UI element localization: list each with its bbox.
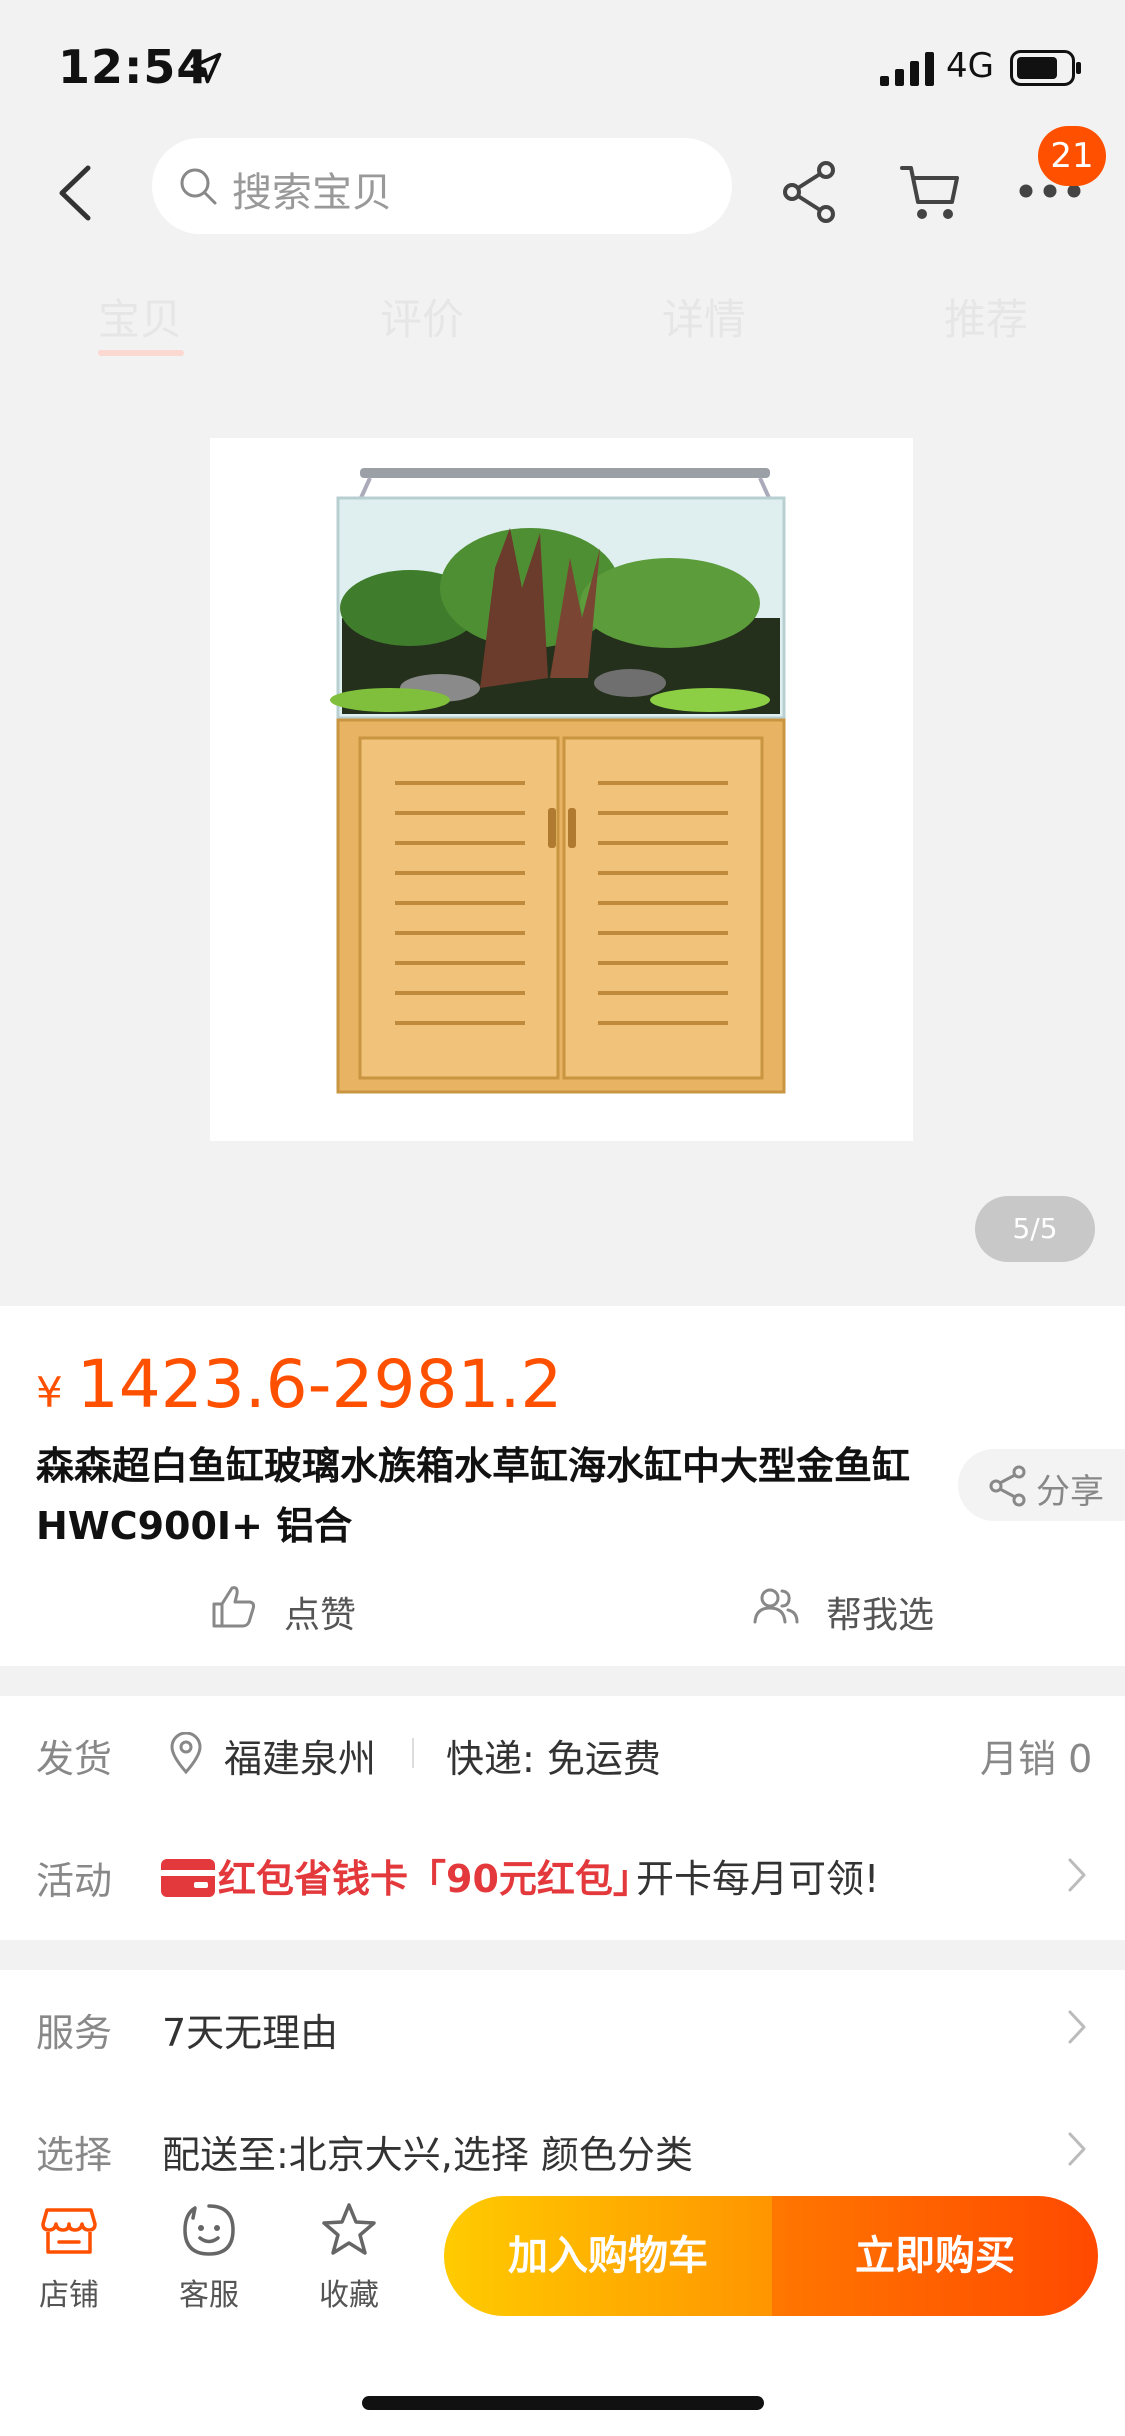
ship-from-location: 福建泉州 (224, 1737, 377, 1781)
customer-service-button[interactable]: 客服 (154, 2200, 264, 2314)
shipping-row: 发货 福建泉州 快递: 免运费 月销 0 (0, 1696, 1125, 1806)
currency-symbol: ¥ (36, 1368, 63, 1417)
add-to-cart-button[interactable]: 加入购物车 (444, 2196, 772, 2316)
chevron-right-icon (1068, 2010, 1086, 2044)
image-counter: 5/5 (975, 1196, 1095, 1262)
message-badge: 21 (1038, 126, 1106, 186)
search-input[interactable]: 搜索宝贝 (152, 138, 732, 234)
red-card-icon (161, 1859, 215, 1897)
location-arrow-icon (190, 52, 222, 84)
promo-label: 活动 (36, 1859, 113, 1903)
promo-description: 开卡每月可领! (636, 1857, 880, 1901)
signal-icon (880, 52, 934, 86)
buy-now-button[interactable]: 立即购买 (772, 2196, 1098, 2316)
star-icon (322, 2203, 376, 2255)
tab-reviews[interactable]: 评价 (332, 286, 512, 347)
service-value: 7天无理由 (162, 2011, 339, 2055)
monthly-sales: 月销 0 (980, 1737, 1093, 1781)
service-select-card: 服务 7天无理由 选择 配送至:北京大兴,选择 颜色分类 (0, 1970, 1125, 2190)
product-info-card: ¥1423.6-2981.2 森森超白鱼缸玻璃水族箱水草缸海水缸中大型金鱼缸 H… (0, 1306, 1125, 1666)
tab-active-indicator (98, 350, 184, 356)
service-row[interactable]: 服务 7天无理由 (0, 1970, 1125, 2080)
search-icon (180, 168, 217, 205)
people-icon (753, 1588, 799, 1624)
tab-item[interactable]: 宝贝 (50, 286, 230, 347)
tab-bar: 宝贝 评价 详情 推荐 (0, 270, 1125, 360)
like-label: 点赞 (284, 1595, 357, 1636)
status-time: 12:54 (58, 40, 210, 94)
product-title: 森森超白鱼缸玻璃水族箱水草缸海水缸中大型金鱼缸 HWC900I+ 铝合 (36, 1444, 911, 1548)
back-icon[interactable] (50, 160, 100, 226)
divider (412, 1738, 414, 1768)
shop-label: 店铺 (39, 2278, 99, 2313)
select-value: 配送至:北京大兴,选择 颜色分类 (162, 2133, 693, 2177)
price: ¥1423.6-2981.2 (36, 1346, 562, 1423)
status-bar: 12:54 4G (0, 0, 1125, 130)
help-me-choose-label: 帮我选 (826, 1595, 935, 1636)
thumb-up-icon (212, 1586, 256, 1628)
promo-row[interactable]: 活动 红包省钱卡「90元红包」 开卡每月可领! (0, 1818, 1125, 1928)
shop-button[interactable]: 店铺 (14, 2200, 124, 2314)
share-label: 分享 (1036, 1472, 1104, 1512)
aquarium-cabinet-image (330, 468, 786, 1094)
tab-recommend[interactable]: 推荐 (896, 286, 1076, 347)
shipping-promo-card: 发货 福建泉州 快递: 免运费 月销 0 活动 红包省钱卡「90元红包」 开卡每… (0, 1696, 1125, 1940)
shipping-fee: 快递: 免运费 (446, 1737, 661, 1781)
cart-icon[interactable] (898, 160, 962, 224)
chevron-right-icon (1068, 2132, 1086, 2166)
select-label: 选择 (36, 2133, 113, 2177)
favorite-label: 收藏 (319, 2278, 379, 2313)
shipping-label: 发货 (36, 1737, 113, 1781)
service-label: 服务 (36, 2011, 113, 2055)
map-pin-icon (170, 1732, 202, 1774)
search-placeholder: 搜索宝贝 (232, 170, 392, 216)
shop-icon (41, 2208, 97, 2254)
share-button[interactable]: 分享 (958, 1449, 1125, 1521)
customer-service-icon (183, 2204, 235, 2256)
share-icon (989, 1465, 1026, 1507)
price-range: 1423.6-2981.2 (76, 1346, 563, 1423)
tab-details[interactable]: 详情 (614, 286, 794, 347)
promo-highlight: 红包省钱卡「90元红包」 (218, 1857, 651, 1901)
customer-service-label: 客服 (179, 2278, 239, 2313)
home-indicator (362, 2396, 764, 2410)
favorite-button[interactable]: 收藏 (294, 2200, 404, 2314)
network-type: 4G (946, 46, 994, 86)
share-icon[interactable] (780, 160, 840, 224)
product-image[interactable] (210, 438, 913, 1141)
chevron-right-icon (1068, 1858, 1086, 1892)
battery-icon (1010, 50, 1081, 86)
